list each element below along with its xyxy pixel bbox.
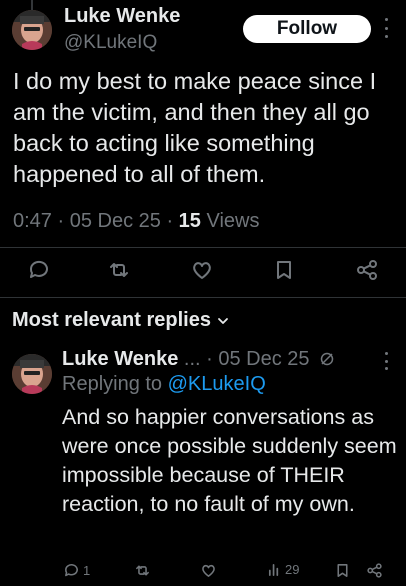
like-icon[interactable] bbox=[190, 258, 214, 282]
post-actions bbox=[0, 258, 406, 286]
reply-icon[interactable] bbox=[27, 258, 51, 282]
replies-header-label: Most relevant replies bbox=[12, 309, 211, 331]
replying-mention[interactable]: @KLukeIQ bbox=[168, 373, 266, 395]
reply-date[interactable]: 05 Dec 25 bbox=[218, 348, 309, 370]
meta-separator: · bbox=[57, 210, 70, 232]
reply-like-action[interactable] bbox=[200, 562, 217, 579]
share-icon[interactable] bbox=[355, 258, 379, 282]
like-icon bbox=[202, 564, 215, 577]
post-meta: 0:47 · 05 Dec 25 · 15 Views bbox=[13, 210, 259, 233]
reply-repost-action[interactable] bbox=[134, 562, 151, 579]
follow-button[interactable]: Follow bbox=[243, 15, 371, 43]
avatar-image bbox=[12, 10, 52, 50]
author-name[interactable]: Luke Wenke bbox=[64, 5, 180, 28]
meta-separator: · bbox=[206, 348, 219, 370]
author-handle[interactable]: @KLukeIQ bbox=[64, 32, 157, 54]
divider bbox=[0, 247, 406, 248]
bookmark-icon bbox=[337, 564, 348, 577]
replies-sort-button[interactable]: Most relevant replies bbox=[12, 309, 229, 332]
repost-icon[interactable] bbox=[107, 258, 131, 282]
views-icon bbox=[268, 563, 279, 576]
more-options-icon[interactable] bbox=[383, 18, 389, 38]
avatar-image bbox=[12, 354, 52, 394]
share-icon bbox=[367, 563, 382, 578]
reply-actions: 1 29 bbox=[62, 562, 402, 582]
views-count: 15 bbox=[178, 210, 201, 232]
muted-icon bbox=[320, 352, 334, 366]
repost-icon bbox=[136, 565, 149, 576]
thread-line bbox=[31, 0, 33, 10]
reply-more-options-icon[interactable] bbox=[383, 352, 389, 370]
reply-icon bbox=[65, 564, 78, 577]
reply-reply-action[interactable]: 1 bbox=[63, 562, 90, 579]
reply-name-ellipsis: ... bbox=[183, 348, 201, 370]
chevron-down-icon bbox=[218, 317, 228, 324]
reply-views-action[interactable]: 29 bbox=[267, 562, 299, 577]
reply-count: 1 bbox=[83, 563, 91, 578]
bookmark-icon[interactable] bbox=[272, 258, 296, 282]
reply-bookmark-action[interactable] bbox=[334, 562, 351, 579]
views-label: Views bbox=[206, 210, 260, 232]
post-text: I do my best to make peace since I am th… bbox=[13, 68, 377, 187]
replying-prefix: Replying to bbox=[62, 373, 163, 395]
reply-avatar[interactable] bbox=[12, 354, 52, 394]
post-time[interactable]: 0:47 bbox=[13, 210, 52, 232]
reply-header: Luke Wenke ... · 05 Dec 25 bbox=[62, 348, 335, 371]
reply-author-name[interactable]: Luke Wenke bbox=[62, 348, 178, 370]
reply-text: And so happier conversations as were onc… bbox=[62, 405, 397, 516]
meta-separator: · bbox=[166, 210, 179, 232]
reply-share-action[interactable] bbox=[366, 562, 383, 579]
divider bbox=[0, 297, 406, 298]
replying-to: Replying to @KLukeIQ bbox=[62, 373, 266, 396]
avatar[interactable] bbox=[12, 10, 52, 50]
post-date[interactable]: 05 Dec 25 bbox=[70, 210, 161, 232]
reply-views-count: 29 bbox=[285, 562, 300, 577]
